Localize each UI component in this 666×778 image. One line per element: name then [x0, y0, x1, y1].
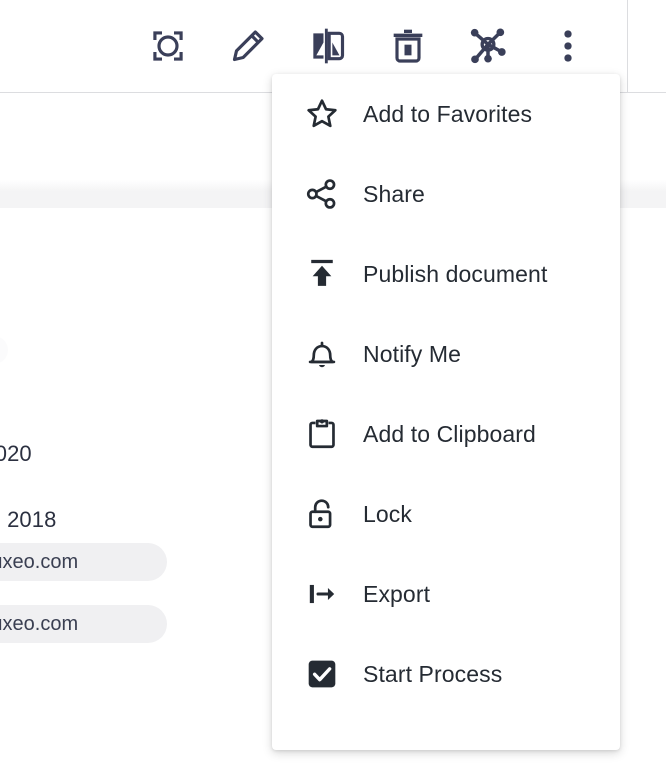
menu-item-share[interactable]: Share [272, 154, 620, 234]
menu-item-notify-me[interactable]: Notify Me [272, 314, 620, 394]
metadata-date-modified: , 2020 [0, 441, 32, 466]
menu-item-label: Start Process [363, 660, 503, 687]
export-icon [305, 577, 347, 611]
partial-avatar-chip [0, 336, 8, 364]
menu-item-label: Share [363, 180, 425, 207]
more-actions-dropdown: Add to Favorites Share Publish document [272, 74, 620, 750]
menu-item-label: Add to Clipboard [363, 420, 536, 447]
menu-item-publish-document[interactable]: Publish document [272, 234, 620, 314]
metadata-date-created: 21, 2018 [0, 507, 57, 532]
menu-item-label: Publish document [363, 260, 548, 287]
clipboard-icon [305, 417, 347, 451]
star-icon [305, 97, 347, 131]
more-kebab-icon [548, 26, 588, 66]
relations-button[interactable] [448, 16, 528, 76]
share-icon [305, 177, 347, 211]
menu-item-label: Notify Me [363, 340, 462, 367]
menu-item-label: Lock [363, 500, 412, 527]
preview-icon [148, 26, 188, 66]
user-chip[interactable]: ull@nuxeo.com [0, 543, 167, 581]
menu-item-label: Add to Favorites [363, 100, 533, 127]
publish-icon [305, 257, 347, 291]
compare-icon [308, 26, 348, 66]
menu-item-export[interactable]: Export [272, 554, 620, 634]
header-vertical-divider [627, 0, 628, 93]
delete-button[interactable] [368, 16, 448, 76]
delete-trash-icon [388, 26, 428, 66]
compare-button[interactable] [288, 16, 368, 76]
menu-item-add-to-favorites[interactable]: Add to Favorites [272, 74, 620, 154]
relations-network-icon [468, 26, 508, 66]
menu-item-label: Export [363, 580, 431, 607]
bell-icon [305, 337, 347, 371]
more-actions-button[interactable] [528, 16, 608, 76]
checkbox-icon [305, 657, 347, 691]
edit-button[interactable] [208, 16, 288, 76]
menu-item-lock[interactable]: Lock [272, 474, 620, 554]
unlock-icon [305, 497, 347, 531]
menu-item-start-process[interactable]: Start Process [272, 634, 620, 714]
preview-button[interactable] [128, 16, 208, 76]
menu-item-add-to-clipboard[interactable]: Add to Clipboard [272, 394, 620, 474]
user-chip[interactable]: ull@nuxeo.com [0, 605, 167, 643]
edit-pencil-icon [228, 26, 268, 66]
